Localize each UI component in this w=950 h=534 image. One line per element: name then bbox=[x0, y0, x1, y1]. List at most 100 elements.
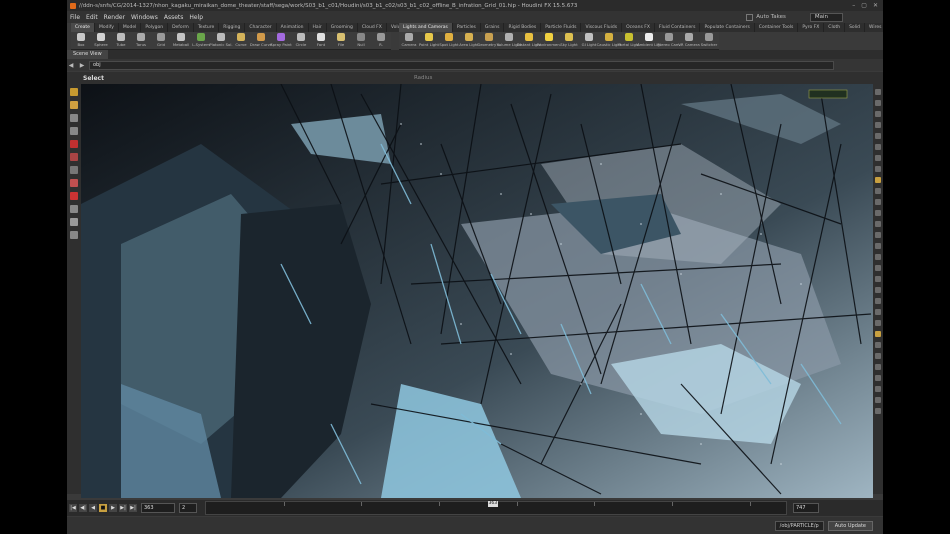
scale-tool-icon[interactable] bbox=[70, 127, 78, 135]
shelf_right-tab-11[interactable]: Cloth bbox=[824, 23, 846, 32]
display-option-icon[interactable] bbox=[875, 100, 881, 106]
shelf_right-tab-13[interactable]: Wires bbox=[865, 23, 883, 32]
display-option-icon[interactable] bbox=[875, 155, 881, 161]
shelf_left-tool-1[interactable]: Sphere bbox=[91, 32, 111, 49]
shelf_right-tool-14[interactable]: VR Camera bbox=[678, 32, 700, 49]
magnet-tool-icon[interactable] bbox=[70, 192, 78, 200]
display-option-icon[interactable] bbox=[875, 166, 881, 172]
play-button[interactable]: ▶ bbox=[109, 504, 117, 512]
display-option-icon[interactable] bbox=[875, 122, 881, 128]
display-option-icon[interactable] bbox=[875, 232, 881, 238]
shelf_left-tool-4[interactable]: Grid bbox=[151, 32, 171, 49]
display-option-icon[interactable] bbox=[875, 254, 881, 260]
shelf_left-tool-8[interactable]: Curve bbox=[231, 32, 251, 49]
desktop-select[interactable]: Main bbox=[809, 12, 843, 22]
shelf_left-tab-11[interactable]: Cloud FX bbox=[358, 23, 387, 32]
stop-button[interactable]: ■ bbox=[99, 504, 107, 512]
menu-help[interactable]: Help bbox=[186, 14, 206, 21]
display-option-icon[interactable] bbox=[875, 408, 881, 414]
play-reverse-button[interactable]: ◀ bbox=[89, 504, 97, 512]
scene-viewport[interactable] bbox=[81, 84, 873, 498]
display-option-icon[interactable] bbox=[875, 210, 881, 216]
shelf_right-tab-5[interactable]: Viscous Fluids bbox=[581, 23, 623, 32]
step-back-button[interactable]: ◀| bbox=[79, 504, 87, 512]
shelf_right-tab-2[interactable]: Grains bbox=[481, 23, 505, 32]
shelf_left-tab-9[interactable]: Hair bbox=[309, 23, 327, 32]
display-option-icon[interactable] bbox=[875, 188, 881, 194]
display-option-icon[interactable] bbox=[875, 265, 881, 271]
menu-windows[interactable]: Windows bbox=[128, 14, 161, 21]
shelf_right-tool-12[interactable]: Ambient Lig. bbox=[637, 32, 661, 49]
shelf_right-tool-0[interactable]: Camera bbox=[399, 32, 419, 49]
jump-end-button[interactable]: ▶| bbox=[129, 504, 137, 512]
rotate-tool-icon[interactable] bbox=[70, 114, 78, 122]
shelf_left-tab-4[interactable]: Deform bbox=[168, 23, 194, 32]
display-option-icon[interactable] bbox=[875, 276, 881, 282]
auto-takes-toggle[interactable]: Auto Takes bbox=[746, 13, 786, 21]
shelf_left-tab-8[interactable]: Animation bbox=[277, 23, 309, 32]
shelf_right-tool-2[interactable]: Spot Light bbox=[439, 32, 459, 49]
display-option-icon[interactable] bbox=[875, 89, 881, 95]
shelf_left-tool-3[interactable]: Torus bbox=[131, 32, 151, 49]
shelf_right-tool-7[interactable]: Environmen. bbox=[537, 32, 561, 49]
shelf_left-tool-15[interactable]: R. bbox=[371, 32, 391, 49]
shelf_left-tab-2[interactable]: Model bbox=[119, 23, 142, 32]
shelf_right-tab-9[interactable]: Container Tools bbox=[755, 23, 799, 32]
display-option-icon[interactable] bbox=[875, 221, 881, 227]
shelf_left-tab-3[interactable]: Polygon bbox=[141, 23, 169, 32]
shelf_right-tool-13[interactable]: Stereo Cam. bbox=[657, 32, 681, 49]
shelf_left-tab-7[interactable]: Character bbox=[245, 23, 277, 32]
shelf_right-tab-6[interactable]: Oceans FX bbox=[622, 23, 655, 32]
snap-tool-icon[interactable] bbox=[70, 179, 78, 187]
auto-update-button[interactable]: Auto Update bbox=[827, 520, 873, 531]
timeline-ruler[interactable]: 363 bbox=[205, 501, 787, 515]
display-option-icon[interactable] bbox=[875, 342, 881, 348]
shelf_right-tab-12[interactable]: Solid bbox=[845, 23, 866, 32]
shelf_left-tool-14[interactable]: Null bbox=[351, 32, 371, 49]
menu-render[interactable]: Render bbox=[101, 14, 128, 21]
shelf_right-tool-11[interactable]: Portal Light bbox=[618, 32, 640, 49]
timeline-cursor[interactable]: 363 bbox=[487, 501, 498, 507]
network-path-field[interactable]: obj bbox=[89, 60, 834, 70]
select-tool-icon[interactable] bbox=[70, 88, 78, 96]
shelf_right-tab-7[interactable]: Fluid Containers bbox=[655, 23, 701, 32]
display-option-icon[interactable] bbox=[875, 375, 881, 381]
render-tool-icon[interactable] bbox=[70, 205, 78, 213]
shelf_left-tool-12[interactable]: Font bbox=[311, 32, 331, 49]
shelf_right-tool-8[interactable]: Sky Light bbox=[559, 32, 579, 49]
shelf_right-tool-10[interactable]: Caustic Light bbox=[597, 32, 621, 49]
shelf_right-tab-3[interactable]: Rigid Bodies bbox=[504, 23, 542, 32]
shelf_left-tool-7[interactable]: Platonic Sol. bbox=[209, 32, 233, 49]
shelf_left-tool-2[interactable]: Tube bbox=[111, 32, 131, 49]
shelf_right-tool-1[interactable]: Point Light bbox=[419, 32, 439, 49]
forward-arrow-icon[interactable]: ▶ bbox=[78, 62, 86, 69]
tab-scene-view[interactable]: Scene View bbox=[67, 50, 108, 59]
display-option-icon[interactable] bbox=[875, 111, 881, 117]
pose-tool-icon[interactable] bbox=[70, 153, 78, 161]
minimize-button[interactable]: – bbox=[852, 2, 855, 9]
display-option-icon[interactable] bbox=[875, 331, 881, 337]
current-frame-field[interactable]: 363 bbox=[141, 503, 175, 513]
shelf_right-tab-0[interactable]: Lights and Cameras bbox=[399, 23, 453, 32]
shelf_left-tab-5[interactable]: Texture bbox=[194, 23, 220, 32]
menu-file[interactable]: File bbox=[67, 14, 83, 21]
display-option-icon[interactable] bbox=[875, 397, 881, 403]
view-tool-icon[interactable] bbox=[70, 166, 78, 174]
back-arrow-icon[interactable]: ◀ bbox=[67, 62, 75, 69]
display-option-icon[interactable] bbox=[875, 177, 881, 183]
display-option-icon[interactable] bbox=[875, 364, 881, 370]
shelf_right-tool-15[interactable]: Switcher bbox=[699, 32, 719, 49]
shelf_left-tab-1[interactable]: Modify bbox=[95, 23, 119, 32]
shelf_left-tab-6[interactable]: Rigging bbox=[219, 23, 246, 32]
display-option-icon[interactable] bbox=[875, 287, 881, 293]
shelf_left-tab-10[interactable]: Grooming bbox=[327, 23, 358, 32]
shelf_left-tool-13[interactable]: File bbox=[331, 32, 351, 49]
display-option-icon[interactable] bbox=[875, 199, 881, 205]
display-option-icon[interactable] bbox=[875, 320, 881, 326]
step-forward-button[interactable]: ▶| bbox=[119, 504, 127, 512]
shelf_left-tab-0[interactable]: Create bbox=[71, 23, 95, 32]
frame-step-field[interactable]: 2 bbox=[179, 503, 197, 513]
end-frame-field[interactable]: 747 bbox=[793, 503, 819, 513]
shelf_left-tool-5[interactable]: Metaball bbox=[171, 32, 191, 49]
display-option-icon[interactable] bbox=[875, 144, 881, 150]
